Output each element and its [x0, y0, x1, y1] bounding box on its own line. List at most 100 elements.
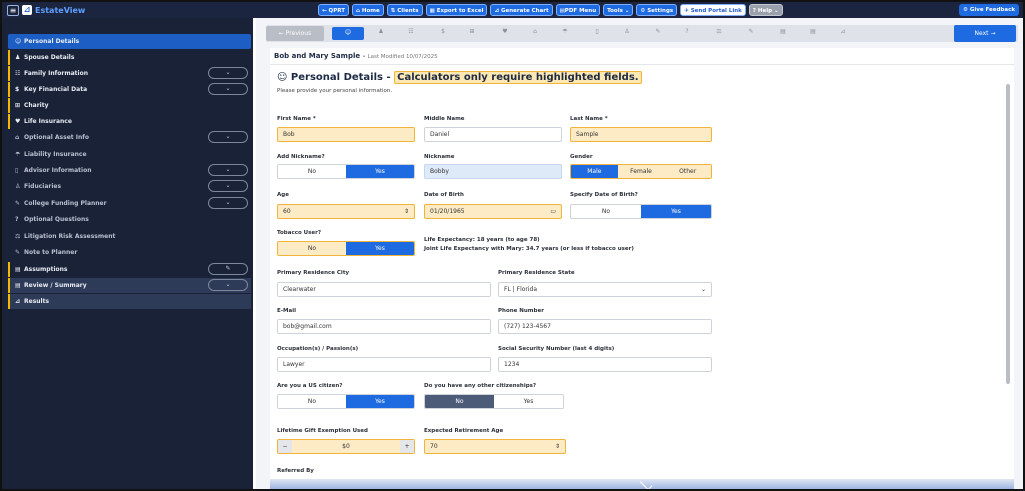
sidebar-item-label: Optional Questions: [24, 216, 89, 223]
tobacco-toggle[interactable]: No Yes: [277, 241, 415, 256]
add-nickname-yes[interactable]: Yes: [346, 165, 414, 178]
sidebar-item[interactable]: ⊞ Charity: [8, 98, 251, 113]
menu-icon[interactable]: ≡: [7, 4, 19, 16]
client-name: Bob and Mary Sample: [274, 52, 361, 60]
give-feedback-button[interactable]: ⚙ Give Feedback: [959, 4, 1019, 16]
calendar-icon[interactable]: ▭: [550, 205, 556, 218]
occupation-input[interactable]: Lawyer: [277, 357, 491, 372]
us-citizen-no[interactable]: No: [278, 395, 346, 408]
nav-button[interactable]: Tools ⌄: [603, 4, 634, 16]
nav-button[interactable]: ⌂ Home: [351, 4, 384, 16]
nav-button[interactable]: ⊿ Generate Chart: [490, 4, 553, 16]
retirement-age-input[interactable]: 70 ⇕: [424, 439, 566, 454]
step-icon[interactable]: ⌂: [530, 28, 540, 35]
form-panel: Bob and Mary Sample • Last Modified 10/0…: [270, 48, 1014, 491]
email-input[interactable]: bob@gmail.com: [277, 319, 491, 334]
step-icon[interactable]: ☂: [560, 28, 570, 35]
sidebar-item-label: Key Financial Data: [24, 86, 88, 93]
sidebar-item[interactable]: ☂ Liability Insurance: [8, 147, 251, 162]
sidebar-item[interactable]: ✎ Note to Planner: [8, 245, 251, 260]
phone-input[interactable]: (727) 123-4567: [498, 319, 712, 334]
state-select[interactable]: FL | Florida ⌄: [498, 282, 712, 297]
sidebar-item[interactable]: ♥ Life Insurance: [8, 114, 251, 129]
expand-toggle[interactable]: ⌄: [208, 180, 248, 192]
sidebar-item[interactable]: ♟ Spouse Details: [8, 50, 251, 65]
phone-label: Phone Number: [498, 308, 544, 314]
us-citizen-label: Are you a US citizen?: [277, 383, 343, 389]
step-icon[interactable]: ▯: [592, 28, 602, 35]
step-icon[interactable]: ✎: [746, 28, 756, 35]
step-icon[interactable]: ⊿: [838, 28, 848, 35]
sidebar-item[interactable]: ☺ Personal Details: [8, 34, 251, 49]
sidebar-icon: ☺: [15, 38, 22, 45]
sidebar-item-label: Optional Asset Info: [24, 134, 89, 141]
spinner-icon[interactable]: ⇕: [555, 440, 560, 453]
expand-toggle[interactable]: ⌄: [208, 279, 248, 291]
last-name-input[interactable]: Sample: [570, 127, 712, 142]
expand-toggle[interactable]: ⌄: [208, 164, 248, 176]
sidebar-item-label: Liability Insurance: [24, 151, 87, 158]
first-name-input[interactable]: Bob: [277, 127, 415, 142]
ssn-input[interactable]: 1234: [498, 357, 712, 372]
expand-toggle[interactable]: ⌄: [208, 131, 248, 143]
nav-button[interactable]: ▦ Export to Excel: [425, 4, 488, 16]
brand[interactable]: ≡ ⊿ EstateView: [7, 4, 85, 16]
spinner-icon[interactable]: ⇕: [404, 205, 409, 218]
gift-exemption-stepper[interactable]: − $0 +: [277, 439, 415, 454]
sidebar-item[interactable]: ? Optional Questions: [8, 212, 251, 227]
top-nav-buttons: ← QPRT ⌂ Home ⇅ Clients ▦ Export to Excel ⊿ …: [318, 4, 783, 16]
sidebar-item-label: Fiduciaries: [24, 183, 62, 190]
expand-toggle[interactable]: ⌄: [208, 83, 248, 95]
nav-button[interactable]: ▤PDF Menu: [555, 4, 601, 16]
other-citizenship-no[interactable]: No: [425, 395, 494, 408]
step-icon[interactable]: ☺: [332, 27, 364, 40]
us-citizen-toggle[interactable]: No Yes: [277, 394, 415, 409]
step-icon[interactable]: ▤: [778, 28, 788, 35]
step-icon[interactable]: $: [438, 28, 448, 35]
expand-toggle[interactable]: ⌄: [208, 197, 248, 209]
step-icon[interactable]: ☷: [406, 28, 416, 35]
city-input[interactable]: Clearwater: [277, 282, 491, 297]
sidebar-item[interactable]: ⊿ Results: [8, 294, 251, 309]
next-button[interactable]: Next →: [954, 25, 1016, 42]
tobacco-label: Tobacco User?: [277, 230, 322, 236]
dob-input[interactable]: 01/20/1965 ▭: [424, 204, 562, 219]
specify-dob-toggle[interactable]: No Yes: [570, 204, 712, 219]
us-citizen-yes[interactable]: Yes: [346, 395, 414, 408]
minus-button[interactable]: −: [278, 440, 292, 453]
nav-button[interactable]: ? Help ⌄: [748, 4, 783, 16]
step-icon[interactable]: ⚖: [714, 28, 724, 35]
specify-dob-yes[interactable]: Yes: [641, 205, 711, 218]
scrollbar[interactable]: [1006, 84, 1010, 384]
gender-female[interactable]: Female: [617, 165, 665, 178]
add-nickname-no[interactable]: No: [278, 165, 346, 178]
add-nickname-toggle[interactable]: No Yes: [277, 164, 415, 179]
nickname-input[interactable]: Bobby: [424, 164, 562, 179]
gender-other[interactable]: Other: [664, 165, 711, 178]
tobacco-no[interactable]: No: [278, 242, 346, 255]
step-icon[interactable]: ♙: [622, 28, 632, 35]
specify-dob-no[interactable]: No: [571, 205, 641, 218]
step-icon[interactable]: ⊞: [467, 28, 477, 35]
gender-toggle[interactable]: Male Female Other: [570, 164, 712, 179]
previous-button[interactable]: ← Previous: [266, 26, 324, 41]
step-icon[interactable]: ♟: [376, 28, 386, 35]
age-input[interactable]: 60 ⇕: [277, 204, 415, 219]
nav-button[interactable]: ✈ Send Portal Link: [680, 4, 746, 16]
other-citizenship-yes[interactable]: Yes: [494, 395, 563, 408]
tobacco-yes[interactable]: Yes: [346, 242, 414, 255]
plus-button[interactable]: +: [400, 440, 414, 453]
edit-icon[interactable]: ✎: [208, 263, 248, 275]
nav-button[interactable]: ⇅ Clients: [386, 4, 423, 16]
gender-male[interactable]: Male: [571, 165, 618, 178]
step-icon[interactable]: ✎: [653, 28, 663, 35]
sidebar-item[interactable]: ⚖ Litigation Risk Assessment: [8, 229, 251, 244]
nav-button[interactable]: ← QPRT: [318, 4, 349, 16]
step-icon[interactable]: ▤: [808, 28, 818, 35]
step-icon[interactable]: ?: [682, 28, 692, 35]
nav-button[interactable]: ⚙ Settings: [636, 4, 678, 16]
step-icon[interactable]: ♥: [500, 28, 510, 35]
middle-name-input[interactable]: Daniel: [424, 127, 562, 142]
other-citizenship-toggle[interactable]: No Yes: [424, 394, 564, 409]
expand-toggle[interactable]: ⌄: [208, 67, 248, 79]
